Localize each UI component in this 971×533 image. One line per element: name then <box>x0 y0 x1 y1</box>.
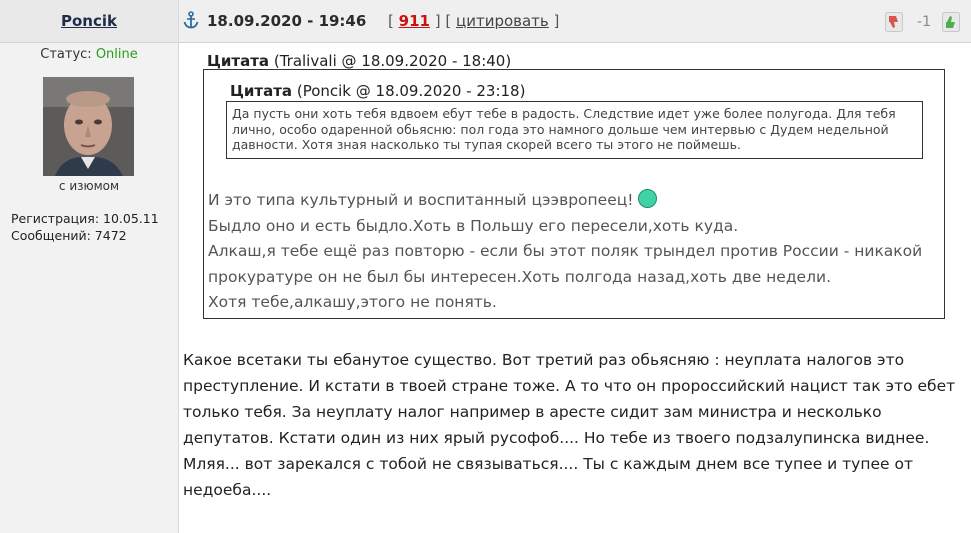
quote-inner-label: Цитата <box>230 82 293 100</box>
anchor-icon[interactable] <box>183 11 199 29</box>
quote-inner-source: (Poncik @ 18.09.2020 - 23:18) <box>296 82 526 100</box>
bracket-open: [ <box>388 12 394 30</box>
quote-outer-label: Цитата <box>207 52 270 70</box>
quote-inner-text: Да пусть они хоть тебя вдвоем ебут тебе … <box>226 101 923 159</box>
author-status: Статус: Online <box>0 47 178 62</box>
bracket-mid: ] [ <box>434 12 452 30</box>
quote-outer-line: Быдло оно и есть быдло.Хоть в Польшу его… <box>208 216 739 235</box>
post-datetime: 18.09.2020 - 19:46 <box>207 12 367 30</box>
author-name-link[interactable]: Poncik <box>0 12 178 30</box>
thumbs-up-icon[interactable] <box>942 12 960 32</box>
registration-date: Регистрация: 10.05.11 <box>11 211 159 226</box>
status-label: Статус: <box>40 47 92 62</box>
quote-outer-body: И это типа культурный и воспитанный цээв… <box>208 188 938 316</box>
post-rating: -1 <box>917 14 931 30</box>
green-smiley-icon <box>637 189 657 208</box>
status-online-badge: Online <box>95 47 138 62</box>
quote-action-link[interactable]: цитировать <box>456 12 549 30</box>
avatar-image <box>43 77 134 176</box>
post-number-link[interactable]: 911 <box>399 12 430 30</box>
post-actions: [ 911 ] [ цитировать ] <box>388 12 559 30</box>
quote-outer-line: Алкаш,я тебе ещё раз повторю - если бы э… <box>208 242 923 286</box>
post-body-text: Какое всетаки ты ебанутое существо. Вот … <box>183 351 956 499</box>
message-count: Сообщений: 7472 <box>11 228 127 243</box>
quote-inner-header: Цитата (Poncik @ 18.09.2020 - 23:18) <box>230 82 525 100</box>
quote-outer-source: (Tralivali @ 18.09.2020 - 18:40) <box>273 52 512 70</box>
quote-outer-line: И это типа культурный и воспитанный цээв… <box>208 188 938 214</box>
avatar-caption: с изюмом <box>58 179 120 193</box>
avatar[interactable] <box>43 77 134 176</box>
thumbs-down-icon[interactable] <box>885 12 903 32</box>
quote-outer-header: Цитата (Tralivali @ 18.09.2020 - 18:40) <box>207 52 511 70</box>
bracket-close: ] <box>553 12 560 30</box>
quote-outer-line: Хотя тебе,алкашу,этого не понять. <box>208 293 497 311</box>
